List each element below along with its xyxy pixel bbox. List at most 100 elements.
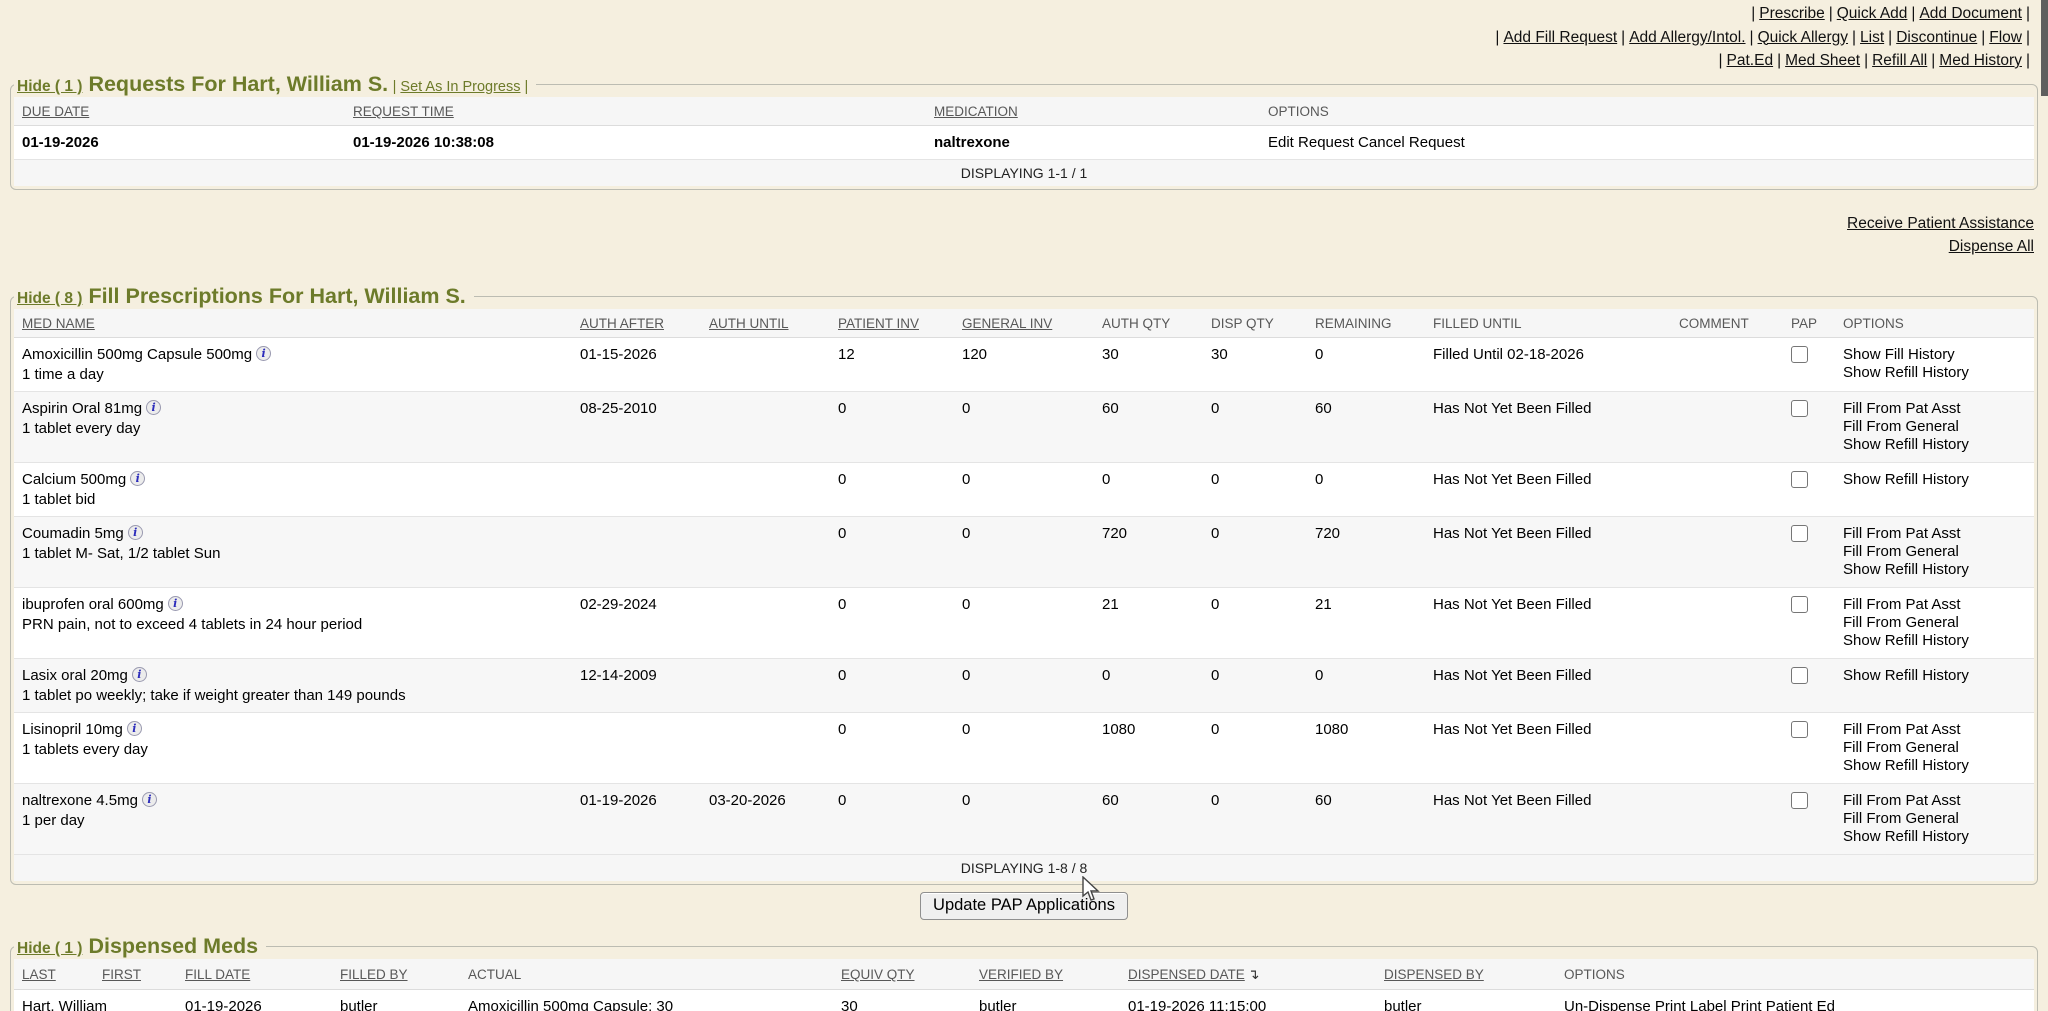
fill-hide-link[interactable]: Hide ( 8 ) xyxy=(17,290,82,307)
fill-from-pat-asst-link[interactable]: Fill From Pat Asst xyxy=(1843,400,2026,418)
column-header-auth-after[interactable]: AUTH AFTER xyxy=(572,309,701,338)
fill-prescriptions-section: Hide ( 8 )Fill Prescriptions For Hart, W… xyxy=(10,284,2038,885)
dispensed-col-label[interactable]: VERIFIED BY xyxy=(979,967,1063,982)
info-icon[interactable]: i xyxy=(146,400,161,415)
fill-from-general-link[interactable]: Fill From General xyxy=(1843,810,2026,828)
fill-from-general-link[interactable]: Fill From General xyxy=(1843,739,2026,757)
fill-from-general-link[interactable]: Fill From General xyxy=(1843,418,2026,436)
remaining-cell: 0 xyxy=(1307,338,1425,392)
pap-checkbox[interactable] xyxy=(1791,346,1808,363)
auth-until-cell xyxy=(701,338,830,392)
med-name-cell: naltrexone 4.5mgi1 per day xyxy=(14,784,572,855)
column-header-first[interactable]: FIRST xyxy=(94,959,177,990)
column-header-dispensed-date[interactable]: DISPENSED DATE↴ xyxy=(1120,959,1376,990)
options-cell: Show Fill HistoryShow Refill History xyxy=(1835,338,2034,392)
show-refill-history-link[interactable]: Show Refill History xyxy=(1843,436,2026,454)
dispensed-options[interactable]: Un-Dispense Print Label Print Patient Ed xyxy=(1556,990,2034,1011)
flow-link[interactable]: Flow xyxy=(1989,29,2022,46)
column-header-due-date[interactable]: DUE DATE xyxy=(14,97,345,126)
show-refill-history-link[interactable]: Show Refill History xyxy=(1843,828,2026,846)
refill-all-link[interactable]: Refill All xyxy=(1872,52,1927,69)
general-inv-cell: 0 xyxy=(954,517,1094,588)
column-header-verified-by[interactable]: VERIFIED BY xyxy=(971,959,1120,990)
show-fill-history-link[interactable]: Show Fill History xyxy=(1843,346,2026,364)
info-icon[interactable]: i xyxy=(256,346,271,361)
pap-checkbox[interactable] xyxy=(1791,667,1808,684)
column-header-fill-date[interactable]: FILL DATE xyxy=(177,959,332,990)
fill-from-general-link[interactable]: Fill From General xyxy=(1843,543,2026,561)
prescribe-link[interactable]: Prescribe xyxy=(1759,5,1824,22)
add-fill-request-link[interactable]: Add Fill Request xyxy=(1503,29,1617,46)
show-refill-history-link[interactable]: Show Refill History xyxy=(1843,757,2026,775)
pat-ed-link[interactable]: Pat.Ed xyxy=(1727,52,1774,69)
dispensed-col-label[interactable]: FILLED BY xyxy=(340,967,408,982)
comment-cell xyxy=(1671,517,1783,588)
fill-col-label[interactable]: MED NAME xyxy=(22,316,95,331)
column-header-dispensed-by[interactable]: DISPENSED BY xyxy=(1376,959,1556,990)
request-options[interactable]: Edit Request Cancel Request xyxy=(1260,126,2034,160)
info-icon[interactable]: i xyxy=(168,596,183,611)
info-icon[interactable]: i xyxy=(127,721,142,736)
dispensed-col-label[interactable]: DISPENSED BY xyxy=(1384,967,1484,982)
receive-patient-assistance-link[interactable]: Receive Patient Assistance xyxy=(1847,212,2034,235)
dispense-all-link[interactable]: Dispense All xyxy=(1949,235,2034,258)
requests-col-label[interactable]: REQUEST TIME xyxy=(353,104,454,119)
column-header-med-name[interactable]: MED NAME xyxy=(14,309,572,338)
requests-col-label[interactable]: MEDICATION xyxy=(934,104,1018,119)
show-refill-history-link[interactable]: Show Refill History xyxy=(1843,561,2026,579)
dispensed-col-label[interactable]: FILL DATE xyxy=(185,967,250,982)
requests-hide-link[interactable]: Hide ( 1 ) xyxy=(17,78,82,95)
dispensed-col-label[interactable]: FIRST xyxy=(102,967,141,982)
column-header-pap: PAP xyxy=(1783,309,1835,338)
fill-from-general-link[interactable]: Fill From General xyxy=(1843,614,2026,632)
show-refill-history-link[interactable]: Show Refill History xyxy=(1843,667,2026,685)
med-sheet-link[interactable]: Med Sheet xyxy=(1785,52,1860,69)
list-link[interactable]: List xyxy=(1860,29,1884,46)
column-header-last[interactable]: LAST xyxy=(14,959,94,990)
pap-checkbox[interactable] xyxy=(1791,525,1808,542)
fill-col-label[interactable]: AUTH AFTER xyxy=(580,316,664,331)
dispensed-hide-link[interactable]: Hide ( 1 ) xyxy=(17,940,82,957)
fill-from-pat-asst-link[interactable]: Fill From Pat Asst xyxy=(1843,596,2026,614)
fill-from-pat-asst-link[interactable]: Fill From Pat Asst xyxy=(1843,792,2026,810)
dispensed-col-label[interactable]: DISPENSED DATE xyxy=(1128,967,1245,982)
column-header-medication[interactable]: MEDICATION xyxy=(926,97,1260,126)
show-refill-history-link[interactable]: Show Refill History xyxy=(1843,471,2026,489)
pap-checkbox[interactable] xyxy=(1791,596,1808,613)
pap-checkbox[interactable] xyxy=(1791,792,1808,809)
info-icon[interactable]: i xyxy=(132,667,147,682)
discontinue-link[interactable]: Discontinue xyxy=(1896,29,1977,46)
column-header-filled-by[interactable]: FILLED BY xyxy=(332,959,460,990)
info-icon[interactable]: i xyxy=(128,525,143,540)
column-header-equiv-qty[interactable]: EQUIV QTY xyxy=(833,959,971,990)
info-icon[interactable]: i xyxy=(130,471,145,486)
fill-from-pat-asst-link[interactable]: Fill From Pat Asst xyxy=(1843,525,2026,543)
dispensed-col-label[interactable]: EQUIV QTY xyxy=(841,967,915,982)
add-document-link[interactable]: Add Document xyxy=(1919,5,2022,22)
quick-add-link[interactable]: Quick Add xyxy=(1837,5,1908,22)
column-header-auth-until[interactable]: AUTH UNTIL xyxy=(701,309,830,338)
column-header-request-time[interactable]: REQUEST TIME xyxy=(345,97,926,126)
pap-checkbox[interactable] xyxy=(1791,471,1808,488)
set-as-in-progress-link[interactable]: Set As In Progress xyxy=(400,79,520,95)
fill-col-label: COMMENT xyxy=(1679,316,1749,331)
show-refill-history-link[interactable]: Show Refill History xyxy=(1843,364,2026,382)
scrollbar-thumb[interactable] xyxy=(2041,0,2048,96)
pap-checkbox[interactable] xyxy=(1791,721,1808,738)
dispensed-col-label[interactable]: LAST xyxy=(22,967,56,982)
requests-col-label[interactable]: DUE DATE xyxy=(22,104,89,119)
column-header-general-inv[interactable]: GENERAL INV xyxy=(954,309,1094,338)
add-allergy-intol-link[interactable]: Add Allergy/Intol. xyxy=(1629,29,1745,46)
fill-from-pat-asst-link[interactable]: Fill From Pat Asst xyxy=(1843,721,2026,739)
fill-col-label[interactable]: AUTH UNTIL xyxy=(709,316,789,331)
med-history-link[interactable]: Med History xyxy=(1939,52,2022,69)
auth-until-cell xyxy=(701,713,830,784)
fill-col-label[interactable]: GENERAL INV xyxy=(962,316,1052,331)
fill-col-label[interactable]: PATIENT INV xyxy=(838,316,919,331)
quick-allergy-link[interactable]: Quick Allergy xyxy=(1758,29,1848,46)
dispensed-header-row: LASTFIRSTFILL DATEFILLED BYACTUALEQUIV Q… xyxy=(14,959,2034,990)
pap-checkbox[interactable] xyxy=(1791,400,1808,417)
show-refill-history-link[interactable]: Show Refill History xyxy=(1843,632,2026,650)
column-header-patient-inv[interactable]: PATIENT INV xyxy=(830,309,954,338)
info-icon[interactable]: i xyxy=(142,792,157,807)
